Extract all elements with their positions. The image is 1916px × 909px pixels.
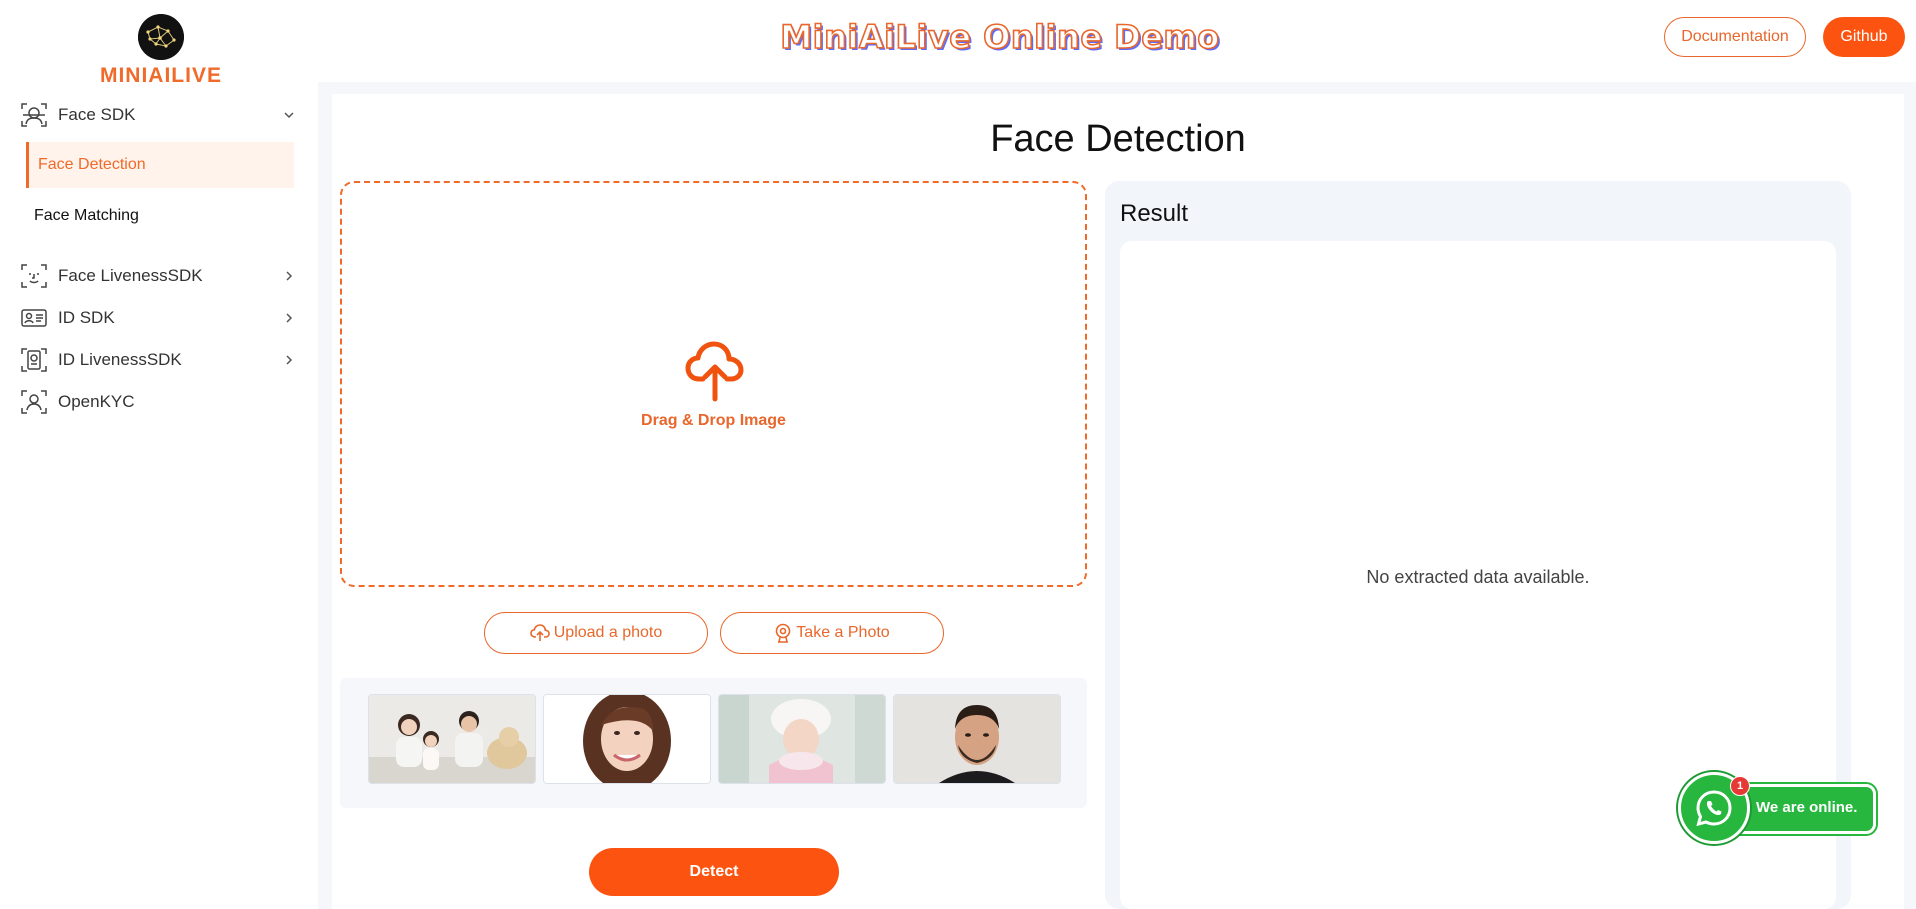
chevron-right-icon (282, 269, 296, 283)
top-header: MINIAILIVE MiniAiLive Online Demo Docume… (0, 0, 1916, 87)
upload-photo-label: Upload a photo (553, 624, 663, 641)
sidebar-item-id-liveness-sdk[interactable]: ID LivenessSDK (20, 343, 296, 377)
logo-emblem-icon (138, 14, 184, 60)
sidebar-item-face-sdk[interactable]: Face SDK (20, 98, 296, 132)
id-card-icon (20, 304, 48, 332)
sample-image-winter-woman[interactable] (718, 694, 886, 784)
chat-widget-label: We are online. (1756, 799, 1858, 816)
sidebar-item-label: Face SDK (58, 105, 136, 124)
cloud-upload-icon (683, 339, 747, 403)
upload-photo-button[interactable]: Upload a photo (484, 612, 708, 654)
sidebar: Face SDK Face Detection Face Matching Fa… (0, 90, 316, 909)
detect-button[interactable]: Detect (589, 848, 839, 896)
take-photo-button[interactable]: Take a Photo (720, 612, 944, 654)
sample-image-man[interactable] (893, 694, 1061, 784)
face-liveness-icon (20, 262, 48, 290)
logo[interactable]: MINIAILIVE (96, 14, 226, 87)
face-scan-icon (20, 101, 48, 129)
passport-icon (20, 346, 48, 374)
webcam-icon (775, 623, 791, 643)
image-dropzone[interactable]: Drag & Drop Image (340, 181, 1087, 587)
sample-image-family[interactable] (368, 694, 536, 784)
sidebar-item-openkyc[interactable]: OpenKYC (20, 385, 296, 419)
sample-images (340, 678, 1087, 808)
empty-result-message: No extracted data available. (1366, 567, 1590, 587)
sidebar-item-label: ID SDK (58, 308, 115, 327)
sidebar-item-face-detection[interactable]: Face Detection (26, 142, 294, 188)
site-title: MiniAiLive Online Demo (779, 17, 1220, 57)
whatsapp-chat-widget[interactable]: We are online. 1 (1676, 772, 1876, 844)
cloud-upload-icon (529, 624, 550, 641)
user-frame-icon (20, 388, 48, 416)
documentation-button[interactable]: Documentation (1664, 17, 1806, 57)
logo-text: MINIAILIVE (99, 64, 222, 87)
sidebar-item-label: OpenKYC (58, 392, 135, 411)
sample-image-woman[interactable] (543, 694, 711, 784)
sidebar-item-label: ID LivenessSDK (58, 350, 182, 369)
github-button[interactable]: Github (1823, 17, 1905, 57)
notification-badge: 1 (1730, 776, 1750, 796)
chevron-right-icon (282, 353, 296, 367)
dropzone-label: Drag & Drop Image (641, 412, 786, 429)
page-title: Face Detection (990, 118, 1246, 160)
sidebar-item-label: Face LivenessSDK (58, 266, 203, 285)
sidebar-item-label: Face Detection (38, 156, 146, 173)
chevron-right-icon (282, 311, 296, 325)
sidebar-item-face-liveness-sdk[interactable]: Face LivenessSDK (20, 259, 296, 293)
result-title: Result (1120, 200, 1189, 227)
sidebar-item-label: Face Matching (34, 207, 139, 224)
sidebar-item-id-sdk[interactable]: ID SDK (20, 301, 296, 335)
chevron-down-icon (282, 108, 296, 122)
sidebar-item-face-matching[interactable]: Face Matching (26, 193, 302, 239)
take-photo-label: Take a Photo (796, 624, 890, 641)
